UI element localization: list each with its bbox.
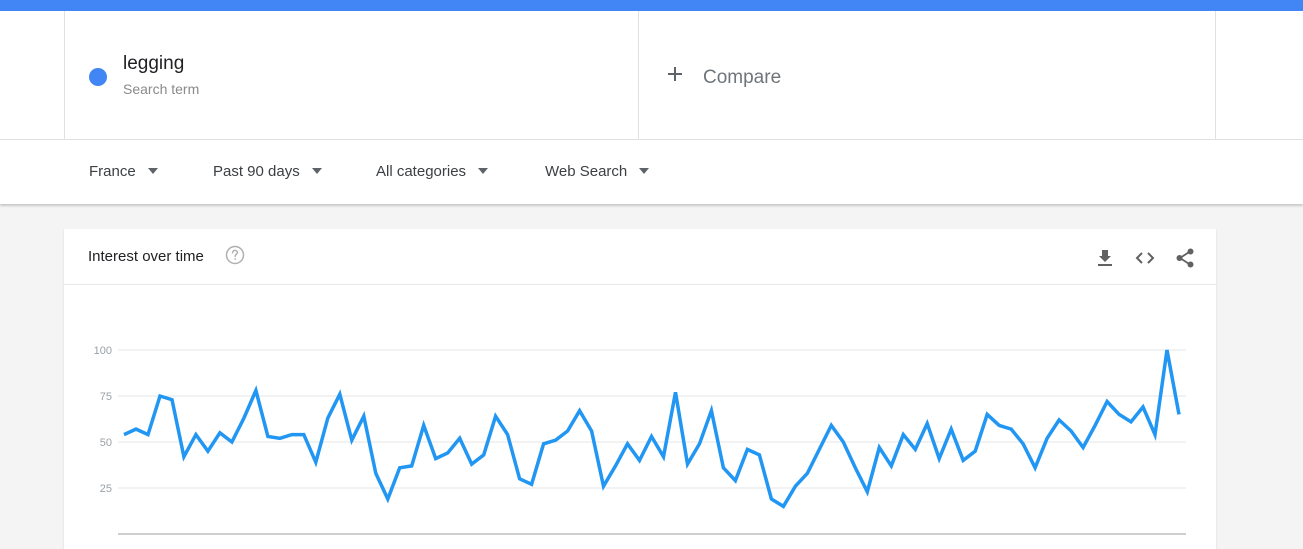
search-term-name[interactable]: legging: [123, 53, 184, 75]
interest-chart: 25 50 75 100: [94, 345, 1186, 535]
plus-icon: [668, 67, 682, 81]
y-tick-label: 100: [94, 345, 112, 357]
series-line[interactable]: [123, 349, 1181, 509]
filter-category[interactable]: All categories: [376, 163, 489, 183]
y-tick-label: 25: [100, 483, 112, 495]
compare-label: Compare: [703, 67, 782, 88]
filter-time-label: Past 90 days: [213, 163, 300, 180]
interest-over-time-card: Interest over time 25 50 75 100: [64, 229, 1216, 549]
dropdown-caret-icon: [147, 168, 158, 175]
explore-header: legging Search term Compare France Past …: [0, 11, 1303, 204]
term-color-dot: [89, 68, 107, 86]
search-term-subtitle: Search term: [123, 81, 200, 97]
search-term-card[interactable]: legging Search term: [64, 11, 639, 139]
dropdown-caret-icon: [311, 168, 322, 175]
dropdown-caret-icon: [639, 168, 650, 175]
filter-time-range[interactable]: Past 90 days: [213, 163, 322, 183]
top-accent-bar: [0, 0, 1303, 11]
y-tick-label: 50: [100, 437, 112, 449]
filter-search-type-label: Web Search: [545, 163, 628, 180]
filter-search-type[interactable]: Web Search: [545, 163, 650, 183]
filter-category-label: All categories: [376, 163, 467, 180]
filter-region[interactable]: France: [89, 163, 158, 183]
dropdown-caret-icon: [478, 168, 489, 175]
y-tick-label: 75: [100, 391, 112, 403]
compare-button[interactable]: Compare: [639, 11, 1216, 139]
filter-region-label: France: [89, 163, 136, 180]
header-divider: [0, 139, 1303, 140]
